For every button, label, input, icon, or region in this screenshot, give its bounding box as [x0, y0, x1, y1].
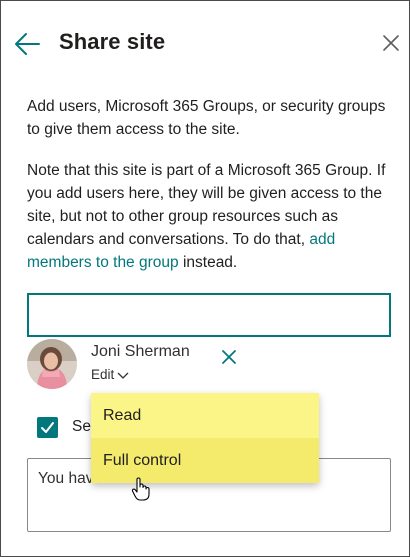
permission-dropdown[interactable]: Edit [91, 367, 129, 382]
group-note: Note that this site is part of a Microso… [27, 159, 395, 274]
remove-person-icon[interactable] [220, 348, 238, 366]
hand-cursor-icon [131, 477, 150, 501]
avatar [27, 339, 77, 389]
send-email-checkbox[interactable] [37, 417, 58, 438]
people-picker-input[interactable] [27, 293, 391, 337]
panel-header: Share site [1, 1, 409, 85]
back-arrow-icon[interactable] [13, 31, 41, 57]
group-note-suffix: instead. [178, 254, 238, 271]
close-icon[interactable] [381, 33, 401, 53]
share-site-panel: Share site Add users, Microsoft 365 Grou… [0, 0, 410, 557]
avatar-photo [27, 339, 77, 389]
permission-value: Edit [91, 367, 115, 382]
checkmark-icon [41, 422, 54, 433]
person-name: Joni Sherman [91, 343, 190, 360]
chevron-down-icon [117, 372, 129, 379]
permission-menu: Read Full control [91, 393, 319, 483]
share-description: Add users, Microsoft 365 Groups, or secu… [27, 98, 386, 138]
panel-title: Share site [59, 29, 166, 54]
send-email-label: Se [72, 418, 91, 435]
permission-option-full-control[interactable]: Full control [91, 438, 319, 483]
permission-option-read[interactable]: Read [91, 393, 319, 438]
